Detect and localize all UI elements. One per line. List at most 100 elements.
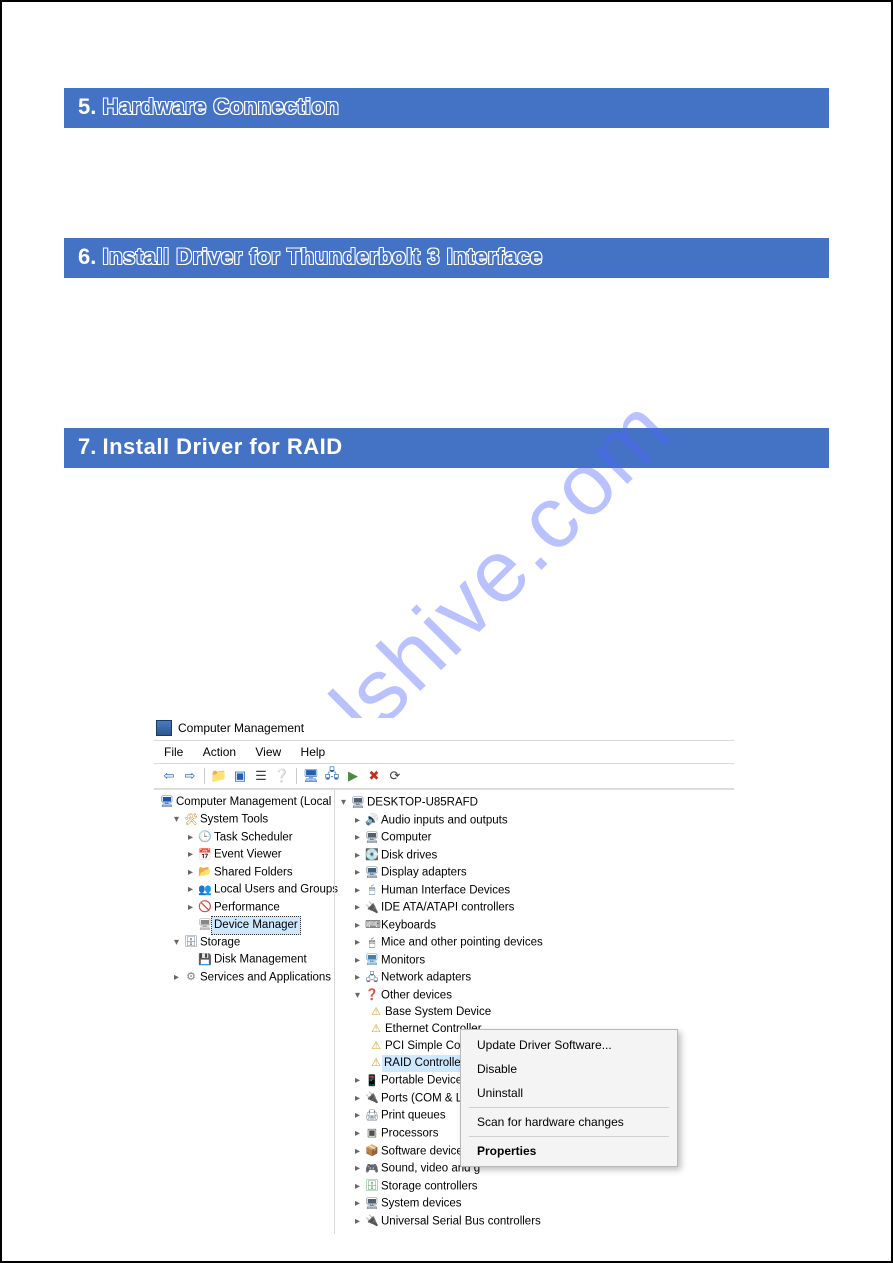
help-icon[interactable]: ❔ [273, 767, 291, 785]
monitor-icon[interactable]: 🖥 [302, 767, 320, 785]
computer-icon: 🖥 [365, 831, 379, 845]
device-manager-icon: 🖥 [198, 918, 212, 932]
chevron-right-icon[interactable]: ▸ [355, 899, 365, 916]
tree-root[interactable]: 🖥Computer Management (Local ▾🛠System Too… [160, 794, 328, 986]
audio-icon: 🔊 [365, 813, 379, 827]
chevron-down-icon[interactable]: ▾ [355, 987, 365, 1004]
portable-icon: 📱 [365, 1074, 379, 1088]
delete-icon[interactable]: ✖ [365, 767, 383, 785]
chevron-right-icon[interactable]: ▸ [355, 864, 365, 881]
tree-system-tools[interactable]: ▾🛠System Tools ▸🕒Task Scheduler ▸📅Event … [174, 811, 328, 934]
device-label: DESKTOP-U85RAFD [367, 797, 478, 809]
chevron-right-icon[interactable]: ▸ [174, 969, 184, 986]
device-computer[interactable]: ▸🖥Computer [355, 829, 728, 847]
storage-ctrl-icon: 🗄 [365, 1179, 379, 1193]
menu-help[interactable]: Help [295, 743, 336, 761]
chevron-right-icon[interactable]: ▸ [355, 1143, 365, 1160]
toolbar: ⇦ ⇨ 📁 ▣ ☰ ❔ 🖥 🖧 ▶ ✖ ⟳ [154, 764, 734, 789]
chevron-right-icon[interactable]: ▸ [355, 882, 365, 899]
chevron-right-icon[interactable]: ▸ [355, 1195, 365, 1212]
services-icon: ⚙ [184, 970, 198, 984]
chevron-down-icon[interactable]: ▾ [174, 811, 184, 828]
menu-properties[interactable]: Properties [463, 1139, 675, 1163]
usb-icon: 🔌 [365, 1214, 379, 1228]
device-monitors[interactable]: ▸🖥Monitors [355, 952, 728, 970]
device-display[interactable]: ▸🖥Display adapters [355, 864, 728, 882]
tree-performance[interactable]: ▸🚫Performance [188, 899, 328, 917]
enable-icon[interactable]: ▶ [344, 767, 362, 785]
device-system[interactable]: ▸🖥System devices [355, 1195, 728, 1213]
chevron-down-icon[interactable]: ▾ [174, 934, 184, 951]
section-title: Hardware Connection [102, 94, 339, 119]
tree-device-manager[interactable]: 🖥Device Manager [188, 916, 328, 934]
clock-icon: 🕒 [198, 830, 212, 844]
device-keyboards[interactable]: ▸⌨Keyboards [355, 917, 728, 935]
folder-up-icon[interactable]: 📁 [210, 767, 228, 785]
tree-services-apps[interactable]: ▸⚙Services and Applications [174, 969, 328, 987]
device-label: Universal Serial Bus controllers [381, 1215, 541, 1227]
back-icon[interactable]: ⇦ [160, 767, 178, 785]
scan-icon[interactable]: 🖧 [323, 767, 341, 785]
menu-view[interactable]: View [249, 743, 291, 761]
content-panes: 🖥Computer Management (Local ▾🛠System Too… [154, 789, 734, 1234]
sound-icon: 🎮 [365, 1162, 379, 1176]
tree-shared-folders[interactable]: ▸📂Shared Folders [188, 864, 328, 882]
chevron-right-icon[interactable]: ▸ [355, 1090, 365, 1107]
menu-uninstall[interactable]: Uninstall [463, 1081, 675, 1105]
tree-disk-management[interactable]: 💾Disk Management [188, 951, 328, 969]
menu-update-driver[interactable]: Update Driver Software... [463, 1033, 675, 1057]
chevron-right-icon[interactable]: ▸ [355, 969, 365, 986]
tools-icon: 🛠 [184, 813, 198, 827]
view-icon[interactable]: ▣ [231, 767, 249, 785]
chevron-right-icon[interactable]: ▸ [355, 917, 365, 934]
menu-action[interactable]: Action [197, 743, 246, 761]
properties-icon[interactable]: ☰ [252, 767, 270, 785]
device-network[interactable]: ▸🖧Network adapters [355, 969, 728, 987]
chevron-right-icon[interactable]: ▸ [355, 1213, 365, 1230]
tree-storage[interactable]: ▾🗄Storage 💾Disk Management [174, 934, 328, 969]
chevron-right-icon[interactable]: ▸ [188, 881, 198, 898]
device-label: Keyboards [381, 919, 436, 931]
device-usb[interactable]: ▸🔌Universal Serial Bus controllers [355, 1213, 728, 1231]
tree-label: Task Scheduler [214, 831, 293, 843]
chevron-right-icon[interactable]: ▸ [188, 829, 198, 846]
warning-icon: ⚠ [369, 1005, 383, 1019]
menu-scan-hardware[interactable]: Scan for hardware changes [463, 1110, 675, 1134]
section-heading-7: 7. Install Driver for RAID [64, 428, 829, 468]
forward-icon[interactable]: ⇨ [181, 767, 199, 785]
chevron-right-icon[interactable]: ▸ [355, 1072, 365, 1089]
menu-disable[interactable]: Disable [463, 1057, 675, 1081]
chevron-right-icon[interactable]: ▸ [355, 1160, 365, 1177]
chevron-right-icon[interactable]: ▸ [188, 864, 198, 881]
device-label: Software devices [381, 1145, 469, 1157]
chevron-right-icon[interactable]: ▸ [188, 899, 198, 916]
refresh-icon[interactable]: ⟳ [386, 767, 404, 785]
chevron-right-icon[interactable]: ▸ [355, 829, 365, 846]
device-mice[interactable]: ▸🖱Mice and other pointing devices [355, 934, 728, 952]
chevron-right-icon[interactable]: ▸ [355, 847, 365, 864]
tree-label: Shared Folders [214, 866, 293, 878]
chevron-right-icon[interactable]: ▸ [355, 812, 365, 829]
navigation-tree: 🖥Computer Management (Local ▾🛠System Too… [154, 790, 334, 1234]
section-heading-5: 5. Hardware Connection [64, 88, 829, 128]
device-storage-controllers[interactable]: ▸🗄Storage controllers [355, 1178, 728, 1196]
device-disk-drives[interactable]: ▸💽Disk drives [355, 847, 728, 865]
tree-task-scheduler[interactable]: ▸🕒Task Scheduler [188, 829, 328, 847]
device-audio[interactable]: ▸🔊Audio inputs and outputs [355, 812, 728, 830]
chevron-right-icon[interactable]: ▸ [355, 934, 365, 951]
device-ide[interactable]: ▸🔌IDE ATA/ATAPI controllers [355, 899, 728, 917]
pc-icon: 🖥 [351, 796, 365, 810]
disk-icon: 💽 [365, 848, 379, 862]
chevron-right-icon[interactable]: ▸ [355, 1178, 365, 1195]
tree-local-users[interactable]: ▸👥Local Users and Groups [188, 881, 328, 899]
device-base-system[interactable]: ⚠Base System Device [369, 1004, 728, 1021]
chevron-down-icon[interactable]: ▾ [341, 794, 351, 811]
menu-file[interactable]: File [158, 743, 193, 761]
chevron-right-icon[interactable]: ▸ [355, 952, 365, 969]
chevron-right-icon[interactable]: ▸ [355, 1125, 365, 1142]
chevron-right-icon[interactable]: ▸ [355, 1107, 365, 1124]
chevron-right-icon[interactable]: ▸ [188, 846, 198, 863]
device-hid[interactable]: ▸🖱Human Interface Devices [355, 882, 728, 900]
tree-event-viewer[interactable]: ▸📅Event Viewer [188, 846, 328, 864]
storage-icon: 🗄 [184, 935, 198, 949]
